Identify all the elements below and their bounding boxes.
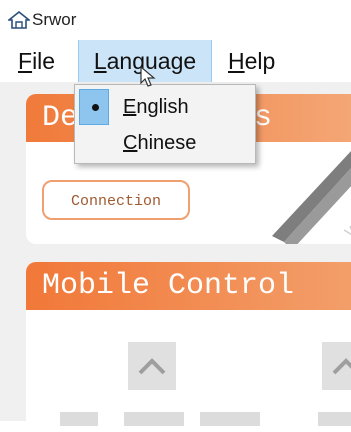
title-bar: Srwor [0, 0, 351, 38]
device-panel-title: De [42, 101, 79, 135]
selected-indicator [79, 89, 109, 125]
control-button-right[interactable] [200, 412, 260, 426]
language-dropdown: English Chinese [74, 84, 256, 164]
move-up-button-2[interactable] [322, 342, 351, 390]
menu-bar: File Language Help [0, 40, 351, 82]
window-title: Srwor [32, 10, 77, 29]
mobile-control-header: Mobile Control [26, 262, 351, 310]
menu-file[interactable]: File [12, 40, 61, 82]
menu-help[interactable]: Help [222, 40, 281, 82]
control-button-center[interactable] [124, 412, 184, 426]
mobile-control-panel: Mobile Control [26, 262, 351, 432]
chevron-up-icon [332, 358, 351, 375]
control-button-far-right[interactable] [318, 412, 351, 426]
mouse-cursor-icon [140, 66, 156, 87]
connection-button[interactable]: Connection [42, 180, 190, 220]
bullet-icon [92, 104, 99, 111]
menu-item-english-label: English [123, 96, 189, 118]
move-up-button[interactable] [128, 342, 176, 390]
menu-item-chinese-label: Chinese [123, 132, 197, 154]
menu-item-english[interactable]: English [75, 89, 253, 125]
chevron-up-icon [138, 358, 166, 375]
menu-item-chinese[interactable]: Chinese [75, 125, 253, 161]
control-button-left[interactable] [60, 412, 98, 426]
app-icon [8, 11, 30, 29]
